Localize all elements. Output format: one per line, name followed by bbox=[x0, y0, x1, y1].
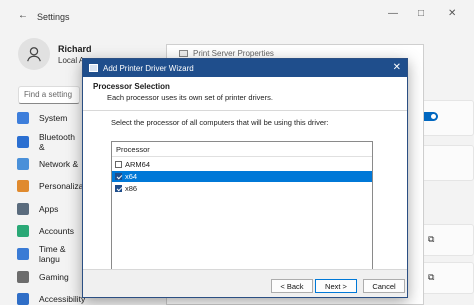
add-printer-driver-wizard: Add Printer Driver Wizard ✕ Processor Se… bbox=[82, 58, 408, 298]
close-icon[interactable]: ✕ bbox=[448, 8, 456, 19]
sidebar-item-label: Apps bbox=[39, 204, 59, 214]
user-name: Richard bbox=[58, 44, 92, 54]
settings-title: Settings bbox=[37, 12, 70, 22]
sidebar-item-accounts[interactable]: Accounts bbox=[8, 221, 82, 241]
wizard-footer: < Back Next > Cancel bbox=[83, 269, 407, 297]
search-input[interactable]: Find a setting bbox=[18, 86, 80, 104]
sidebar-item-gaming[interactable]: Gaming bbox=[8, 267, 82, 287]
processor-name: x86 bbox=[125, 184, 138, 193]
list-item-x64[interactable]: x64 bbox=[112, 171, 372, 182]
sidebar-item-system[interactable]: System bbox=[8, 108, 82, 128]
list-item-x86[interactable]: x86 bbox=[112, 183, 372, 194]
external-link-icon[interactable]: ⧉ bbox=[428, 272, 434, 283]
checkbox[interactable] bbox=[115, 173, 122, 180]
divider bbox=[112, 156, 372, 157]
avatar[interactable] bbox=[18, 38, 50, 70]
sidebar-item-label: Time & langu bbox=[39, 244, 66, 264]
wizard-titlebar: Add Printer Driver Wizard ✕ bbox=[83, 59, 407, 77]
bluetooth-icon bbox=[17, 136, 29, 148]
sidebar-item-time-language[interactable]: Time & langu bbox=[8, 244, 82, 264]
personalization-icon bbox=[17, 180, 29, 192]
wizard-body: Select the processor of all computers th… bbox=[83, 111, 407, 271]
sidebar-item-accessibility[interactable]: Accessibility bbox=[8, 289, 86, 305]
next-button[interactable]: Next > bbox=[315, 279, 357, 293]
printer-icon bbox=[89, 64, 98, 72]
system-icon bbox=[17, 112, 29, 124]
settings-titlebar: ← Settings — □ ✕ bbox=[0, 0, 474, 30]
user-account-type: Local A bbox=[58, 56, 85, 65]
printer-icon bbox=[179, 50, 188, 57]
list-header: Processor bbox=[116, 145, 150, 154]
back-arrow-icon[interactable]: ← bbox=[18, 10, 28, 21]
network-icon bbox=[17, 158, 29, 170]
wizard-title: Add Printer Driver Wizard bbox=[103, 63, 194, 73]
sidebar-item-apps[interactable]: Apps bbox=[8, 199, 82, 219]
processor-name: ARM64 bbox=[125, 160, 151, 169]
wizard-heading: Processor Selection bbox=[93, 82, 170, 91]
checkbox[interactable] bbox=[115, 185, 122, 192]
external-link-icon[interactable]: ⧉ bbox=[428, 234, 434, 245]
psp-titlebar: Print Server Properties bbox=[179, 49, 274, 58]
sidebar-item-label: Network & bbox=[39, 159, 79, 169]
wizard-header: Processor Selection Each processor uses … bbox=[83, 77, 407, 111]
sidebar-item-label: Bluetooth & bbox=[39, 132, 75, 152]
processor-list[interactable]: Processor ARM64 x64 x86 bbox=[111, 141, 373, 271]
checkbox[interactable] bbox=[115, 161, 122, 168]
time-language-icon bbox=[17, 248, 29, 260]
wizard-subheading: Each processor uses its own set of print… bbox=[107, 93, 273, 102]
processor-name: x64 bbox=[125, 172, 138, 181]
sidebar-item-bluetooth[interactable]: Bluetooth & bbox=[8, 132, 82, 152]
close-icon[interactable]: ✕ bbox=[393, 62, 401, 73]
sidebar-item-personalization[interactable]: Personalizat bbox=[8, 176, 86, 196]
cancel-button[interactable]: Cancel bbox=[363, 279, 405, 293]
accounts-icon bbox=[17, 225, 29, 237]
psp-title: Print Server Properties bbox=[193, 49, 274, 58]
wizard-prompt: Select the processor of all computers th… bbox=[111, 118, 329, 127]
back-button[interactable]: < Back bbox=[271, 279, 313, 293]
list-item-arm64[interactable]: ARM64 bbox=[112, 159, 372, 170]
sidebar-item-label: Personalizat bbox=[39, 181, 86, 191]
sidebar-item-label: Gaming bbox=[39, 272, 69, 282]
maximize-icon[interactable]: □ bbox=[418, 8, 424, 19]
apps-icon bbox=[17, 203, 29, 215]
sidebar-item-label: Accounts bbox=[39, 226, 74, 236]
user-icon bbox=[27, 47, 41, 62]
minimize-icon[interactable]: — bbox=[388, 8, 398, 19]
gaming-icon bbox=[17, 271, 29, 283]
sidebar-item-network[interactable]: Network & bbox=[8, 154, 82, 174]
accessibility-icon bbox=[17, 293, 29, 305]
sidebar-item-label: Accessibility bbox=[39, 294, 86, 304]
sidebar-item-label: System bbox=[39, 113, 68, 123]
